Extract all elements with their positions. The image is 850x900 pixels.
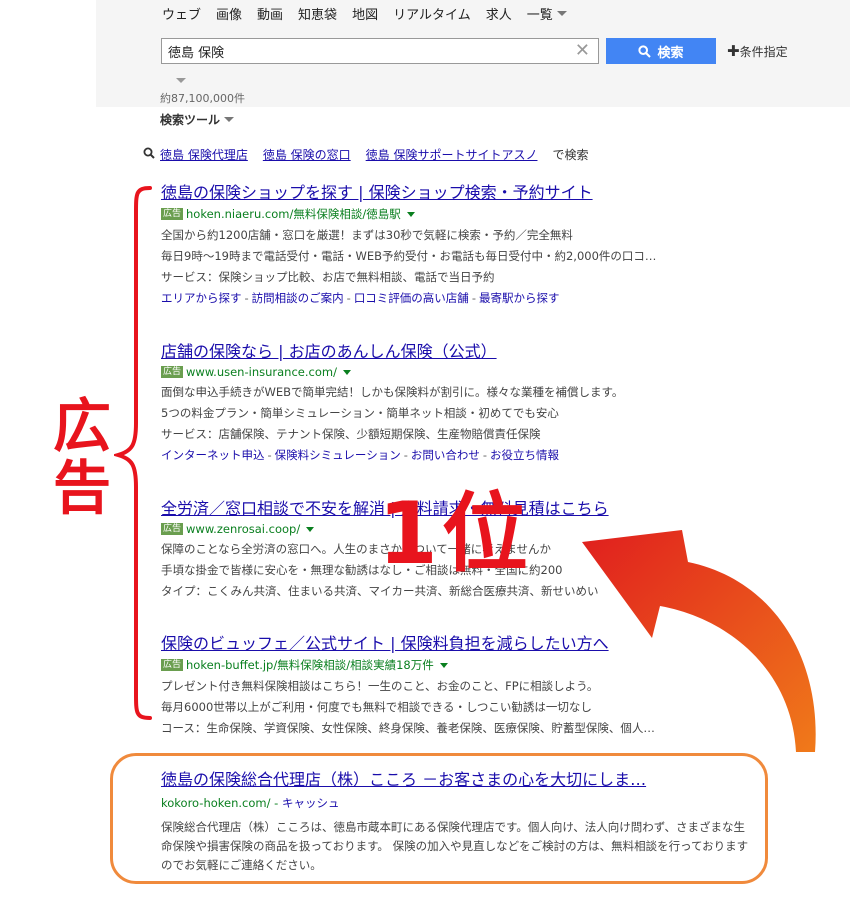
- chevron-down-icon[interactable]: [342, 369, 351, 375]
- clear-icon[interactable]: ✕: [575, 40, 590, 62]
- related-link[interactable]: 徳島 保険の窓口: [263, 146, 351, 163]
- chevron-down-icon: [176, 78, 186, 83]
- result-snippet: 全国から約1200店舗・窓口を厳選！まずは30秒で気軽に検索・予約／完全無料: [161, 228, 573, 242]
- chevron-down-icon: [556, 11, 567, 16]
- nav-web[interactable]: ウェブ: [162, 4, 201, 23]
- organic-result-snippet: 保険総合代理店（株）こころは、徳島市蔵本町にある保険代理店です。個人向け、法人向…: [161, 820, 749, 872]
- sitelink[interactable]: お問い合わせ: [411, 448, 480, 462]
- result-snippet: サービス：保険ショップ比較、お店で無料相談、電話で当日予約: [161, 270, 495, 284]
- result-snippet: 毎日9時〜19時まで電話受付・電話・WEB予約受付・お電話も毎日受付中・約2,0…: [161, 249, 657, 263]
- search-icon: [638, 44, 652, 58]
- result-snippet: 5つの料金プラン・簡単シミュレーション・簡単ネット相談・初めてでも安心: [161, 406, 559, 420]
- nav-video[interactable]: 動画: [257, 4, 283, 23]
- nav-jobs[interactable]: 求人: [486, 4, 512, 23]
- ad-result: 店舗の保険なら | お店のあんしん保険（公式） 広告 www.usen-insur…: [161, 338, 761, 463]
- related-suffix: で検索: [552, 148, 589, 162]
- chevron-down-icon: [224, 117, 235, 122]
- sitelink[interactable]: インターネット申込: [161, 448, 265, 462]
- organic-result-url: kokoro-hoken.com/ - キャッシュ: [161, 796, 340, 810]
- related-searches: 徳島 保険代理店 徳島 保険の窓口 徳島 保険サポートサイトアスノ で検索: [143, 146, 589, 163]
- rank-annotation-label: 1位: [378, 484, 532, 584]
- result-title[interactable]: 店舗の保険なら | お店のあんしん保険（公式）: [161, 338, 761, 362]
- nav-more[interactable]: 一覧: [527, 4, 567, 23]
- sitelinks: インターネット申込 - 保険料シミュレーション - お問い合わせ - お役立ち情報: [161, 448, 560, 462]
- sitelinks: エリアから探す - 訪問相談のご案内 - 口コミ評価の高い店舗 - 最寄駅から探す: [161, 291, 560, 305]
- ad-badge: 広告: [161, 523, 184, 535]
- result-url: 広告 www.usen-insurance.com/: [161, 365, 761, 379]
- curved-arrow-icon: [582, 530, 816, 752]
- result-snippet: 面倒な申込手続きがWEBで簡単完結！しかも保険料が割引に。様々な業種を補償します…: [161, 385, 624, 399]
- vertical-nav: ウェブ 画像 動画 知恵袋 地図 リアルタイム 求人 一覧: [162, 4, 582, 23]
- organic-result-title[interactable]: 徳島の保険総合代理店（株）こころ －お客さまの心を大切にしま…: [161, 766, 646, 790]
- nav-images[interactable]: 画像: [216, 4, 242, 23]
- cache-link[interactable]: キャッシュ: [282, 796, 340, 810]
- ads-bracket: [114, 186, 152, 720]
- advanced-search-link[interactable]: ✚条件指定: [727, 42, 788, 60]
- ad-result: 徳島の保険ショップを探す | 保険ショップ検索・予約サイト 広告 hoken.ni…: [161, 179, 761, 306]
- result-snippet: サービス：店舗保険、テナント保険、少額短期保険、生産物賠償責任保険: [161, 427, 541, 441]
- ad-badge: 広告: [161, 659, 184, 671]
- result-url: 広告 hoken.niaeru.com/無料保険相談/徳島駅: [161, 206, 761, 222]
- chevron-down-icon[interactable]: [439, 662, 448, 668]
- ad-annotation-label: 広告: [52, 392, 111, 522]
- history-dropdown[interactable]: [176, 68, 186, 87]
- search-box: ✕: [161, 38, 599, 64]
- plus-icon: ✚: [727, 42, 740, 60]
- nav-map[interactable]: 地図: [352, 4, 378, 23]
- chevron-down-icon[interactable]: [406, 211, 415, 217]
- sitelink[interactable]: 訪問相談のご案内: [252, 291, 344, 305]
- search-button[interactable]: 検索: [606, 38, 716, 64]
- sitelink[interactable]: 保険料シミュレーション: [275, 448, 401, 462]
- nav-chiebukuro[interactable]: 知恵袋: [298, 4, 337, 23]
- ad-badge: 広告: [161, 366, 184, 378]
- sitelink[interactable]: エリアから探す: [161, 291, 242, 305]
- related-link[interactable]: 徳島 保険サポートサイトアスノ: [366, 146, 538, 163]
- sitelink[interactable]: 最寄駅から探す: [479, 291, 560, 305]
- chevron-down-icon[interactable]: [306, 526, 315, 532]
- search-icon: [143, 147, 155, 163]
- ad-badge: 広告: [161, 208, 184, 220]
- nav-realtime[interactable]: リアルタイム: [393, 4, 471, 23]
- search-input[interactable]: [168, 42, 568, 60]
- result-title[interactable]: 徳島の保険ショップを探す | 保険ショップ検索・予約サイト: [161, 179, 761, 203]
- sitelink[interactable]: お役立ち情報: [490, 448, 559, 462]
- result-count: 約87,100,000件: [160, 92, 245, 105]
- search-tools[interactable]: 検索ツール: [160, 111, 235, 128]
- sitelink[interactable]: 口コミ評価の高い店舗: [354, 291, 469, 305]
- related-link[interactable]: 徳島 保険代理店: [160, 146, 248, 163]
